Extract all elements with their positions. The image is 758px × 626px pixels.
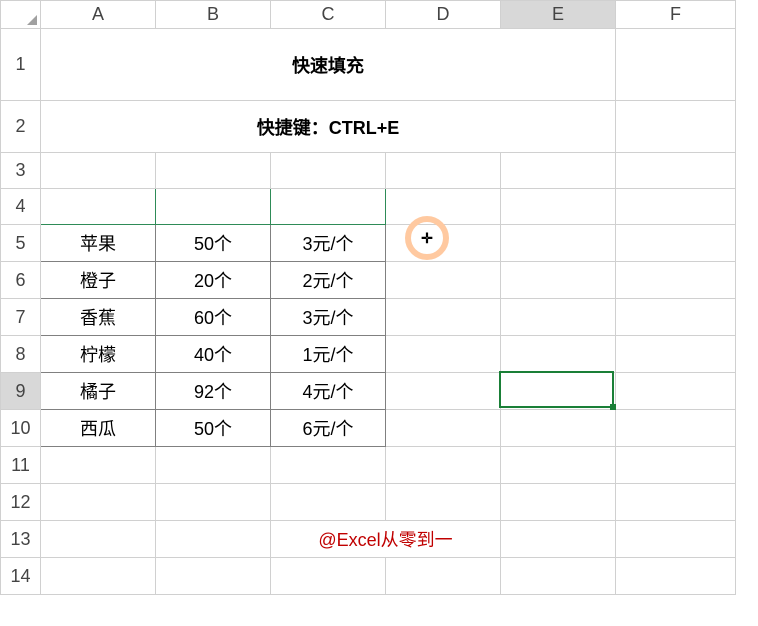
col-header-B[interactable]: B bbox=[156, 1, 271, 29]
cell[interactable] bbox=[616, 29, 736, 101]
title-cell[interactable]: 快速填充 bbox=[41, 29, 616, 101]
data-cell[interactable]: 柠檬 bbox=[41, 336, 156, 373]
data-cell[interactable]: 1元/个 bbox=[271, 336, 386, 373]
row-header-4[interactable]: 4 bbox=[1, 189, 41, 225]
cell[interactable] bbox=[501, 262, 616, 299]
data-cell[interactable]: 60个 bbox=[156, 299, 271, 336]
row-header-5[interactable]: 5 bbox=[1, 225, 41, 262]
cell[interactable] bbox=[501, 484, 616, 521]
cell[interactable] bbox=[41, 447, 156, 484]
cell[interactable] bbox=[501, 373, 616, 410]
cell[interactable] bbox=[156, 521, 271, 558]
cell[interactable] bbox=[156, 153, 271, 189]
cell[interactable] bbox=[386, 410, 501, 447]
cell[interactable] bbox=[616, 447, 736, 484]
cell[interactable] bbox=[386, 189, 501, 225]
data-cell[interactable]: 92个 bbox=[156, 373, 271, 410]
row-header-3[interactable]: 3 bbox=[1, 153, 41, 189]
col-header-D[interactable]: D bbox=[386, 1, 501, 29]
cell[interactable] bbox=[501, 410, 616, 447]
data-cell[interactable]: 香蕉 bbox=[41, 299, 156, 336]
cell[interactable] bbox=[501, 189, 616, 225]
col-header-F[interactable]: F bbox=[616, 1, 736, 29]
data-cell[interactable]: 3元/个 bbox=[271, 299, 386, 336]
cell[interactable] bbox=[386, 262, 501, 299]
row-header-14[interactable]: 14 bbox=[1, 558, 41, 595]
cell[interactable] bbox=[616, 153, 736, 189]
cell[interactable] bbox=[501, 153, 616, 189]
cell[interactable] bbox=[501, 447, 616, 484]
data-cell[interactable]: 6元/个 bbox=[271, 410, 386, 447]
data-cell[interactable]: 橙子 bbox=[41, 262, 156, 299]
cell[interactable] bbox=[386, 447, 501, 484]
data-cell[interactable]: 3元/个 bbox=[271, 225, 386, 262]
cell[interactable] bbox=[501, 336, 616, 373]
data-cell[interactable]: 20个 bbox=[156, 262, 271, 299]
cell[interactable] bbox=[271, 153, 386, 189]
cell[interactable] bbox=[386, 225, 501, 262]
data-cell[interactable]: 西瓜 bbox=[41, 410, 156, 447]
cell[interactable] bbox=[616, 521, 736, 558]
spreadsheet-grid[interactable]: ABCDEF1快速填充2快捷键：CTRL+E34水果数量单价5苹果50个3元/个… bbox=[0, 0, 736, 595]
credit-text: @Excel从零到一 bbox=[271, 521, 501, 558]
cell[interactable] bbox=[41, 558, 156, 595]
cell[interactable] bbox=[501, 521, 616, 558]
cell[interactable] bbox=[41, 153, 156, 189]
cell[interactable] bbox=[616, 336, 736, 373]
cell[interactable] bbox=[501, 558, 616, 595]
cell[interactable] bbox=[271, 484, 386, 521]
cell[interactable] bbox=[386, 336, 501, 373]
cell[interactable] bbox=[616, 484, 736, 521]
cell[interactable] bbox=[501, 299, 616, 336]
row-header-12[interactable]: 12 bbox=[1, 484, 41, 521]
cell[interactable] bbox=[386, 484, 501, 521]
data-cell[interactable]: 40个 bbox=[156, 336, 271, 373]
cell[interactable] bbox=[386, 373, 501, 410]
col-header-C[interactable]: C bbox=[271, 1, 386, 29]
cell[interactable] bbox=[41, 484, 156, 521]
col-header-E[interactable]: E bbox=[501, 1, 616, 29]
cell[interactable] bbox=[156, 484, 271, 521]
table-head-1[interactable]: 数量 bbox=[156, 189, 271, 225]
data-cell[interactable]: 4元/个 bbox=[271, 373, 386, 410]
table-head-2[interactable]: 单价 bbox=[271, 189, 386, 225]
cell[interactable] bbox=[271, 558, 386, 595]
data-cell[interactable]: 50个 bbox=[156, 225, 271, 262]
row-header-2[interactable]: 2 bbox=[1, 101, 41, 153]
data-cell[interactable]: 橘子 bbox=[41, 373, 156, 410]
cell[interactable] bbox=[616, 299, 736, 336]
row-header-8[interactable]: 8 bbox=[1, 336, 41, 373]
col-header-A[interactable]: A bbox=[41, 1, 156, 29]
cell[interactable] bbox=[41, 521, 156, 558]
data-cell[interactable]: 苹果 bbox=[41, 225, 156, 262]
cell[interactable] bbox=[386, 558, 501, 595]
cell[interactable] bbox=[616, 225, 736, 262]
row-header-10[interactable]: 10 bbox=[1, 410, 41, 447]
cell[interactable] bbox=[616, 101, 736, 153]
cell[interactable] bbox=[386, 153, 501, 189]
select-all-corner[interactable] bbox=[1, 1, 41, 29]
cell[interactable] bbox=[616, 373, 736, 410]
cell[interactable] bbox=[386, 299, 501, 336]
table-head-0[interactable]: 水果 bbox=[41, 189, 156, 225]
data-cell[interactable]: 50个 bbox=[156, 410, 271, 447]
cell[interactable] bbox=[616, 262, 736, 299]
cell[interactable] bbox=[616, 410, 736, 447]
row-header-6[interactable]: 6 bbox=[1, 262, 41, 299]
cell[interactable] bbox=[616, 189, 736, 225]
cell[interactable] bbox=[271, 447, 386, 484]
row-header-9[interactable]: 9 bbox=[1, 373, 41, 410]
cell[interactable] bbox=[501, 225, 616, 262]
cell[interactable] bbox=[156, 558, 271, 595]
row-header-1[interactable]: 1 bbox=[1, 29, 41, 101]
row-header-11[interactable]: 11 bbox=[1, 447, 41, 484]
data-cell[interactable]: 2元/个 bbox=[271, 262, 386, 299]
row-header-13[interactable]: 13 bbox=[1, 521, 41, 558]
row-header-7[interactable]: 7 bbox=[1, 299, 41, 336]
cell[interactable] bbox=[616, 558, 736, 595]
cell[interactable] bbox=[156, 447, 271, 484]
subtitle-cell[interactable]: 快捷键：CTRL+E bbox=[41, 101, 616, 153]
